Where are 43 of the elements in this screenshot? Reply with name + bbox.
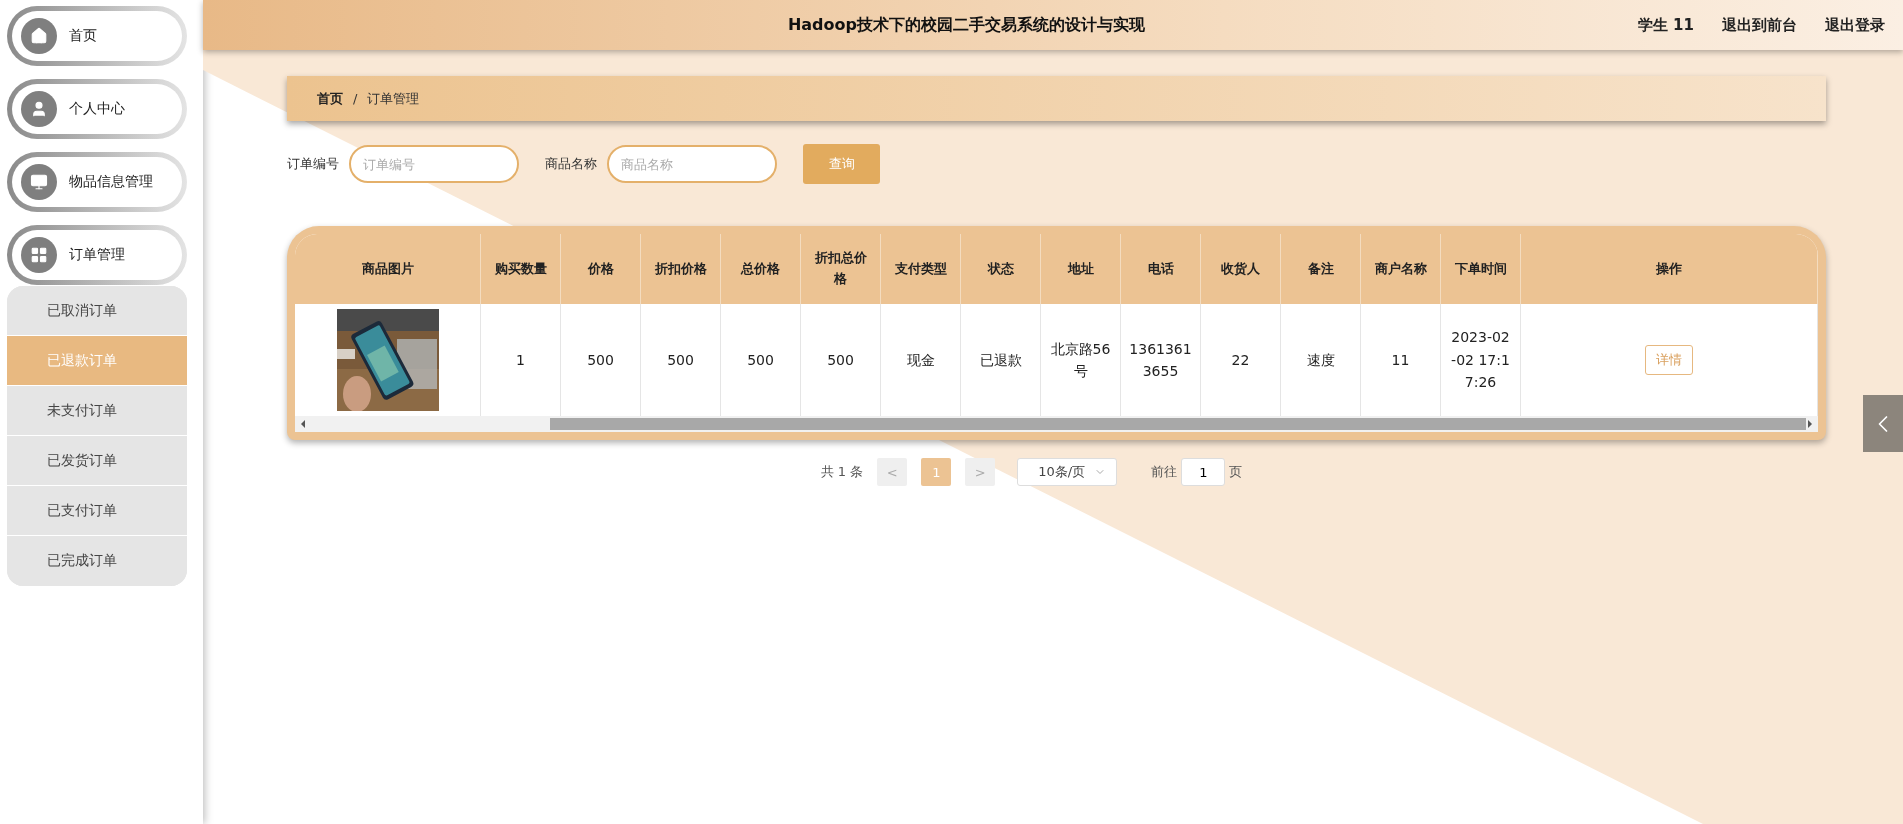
header-link[interactable]: 退出到前台 [1722, 15, 1797, 35]
sidebar-item[interactable]: 订单管理 [7, 225, 187, 285]
column-header: 备注 [1281, 234, 1361, 304]
grid-icon [21, 237, 57, 273]
monitor-icon [21, 164, 57, 200]
column-header: 操作 [1521, 234, 1818, 304]
column-header: 电话 [1121, 234, 1201, 304]
app-title: Hadoop技术下的校园二手交易系统的设计与实现 [786, 14, 1146, 36]
column-header: 支付类型 [881, 234, 961, 304]
column-header: 总价格 [721, 234, 801, 304]
breadcrumb-link[interactable]: 首页 [317, 89, 343, 108]
scroll-left-icon[interactable] [299, 420, 307, 428]
breadcrumb-current: 订单管理 [367, 89, 420, 108]
goto-label: 前往 [1151, 463, 1178, 481]
user-icon [21, 91, 57, 127]
user-name: 学生 11 [1637, 15, 1694, 35]
page-size-select[interactable]: 10条/页 [1017, 458, 1118, 486]
page-suffix: 页 [1229, 463, 1243, 481]
column-header: 下单时间 [1441, 234, 1521, 304]
sidebar-item[interactable]: 首页 [7, 6, 187, 66]
field-label: 订单编号 [287, 155, 339, 173]
scroll-right-icon[interactable] [1806, 420, 1814, 428]
column-header: 折扣价格 [641, 234, 721, 304]
column-header: 折扣总价格 [801, 234, 881, 304]
scrollbar[interactable] [295, 416, 1818, 432]
sidebar-item[interactable]: 个人中心 [7, 79, 187, 139]
breadcrumb-separator: / [353, 91, 358, 106]
home-icon [21, 18, 57, 54]
column-header: 商户名称 [1361, 234, 1441, 304]
column-header: 价格 [561, 234, 641, 304]
submenu-item[interactable]: 已取消订单 [7, 286, 187, 336]
total-count: 共 1 条 [820, 463, 864, 481]
search-field[interactable]: 商品名称 [607, 145, 777, 183]
column-header: 状态 [961, 234, 1041, 304]
column-header: 地址 [1041, 234, 1121, 304]
field-label: 商品名称 [545, 155, 597, 173]
column-header: 购买数量 [481, 234, 561, 304]
header-link[interactable]: 退出登录 [1825, 15, 1885, 35]
column-header: 商品图片 [295, 234, 481, 304]
search-field[interactable]: 订单编号 [349, 145, 519, 183]
page-input[interactable]: 1 [1181, 458, 1226, 486]
sidebar-item[interactable]: 物品信息管理 [7, 152, 187, 212]
column-header: 收货人 [1201, 234, 1281, 304]
